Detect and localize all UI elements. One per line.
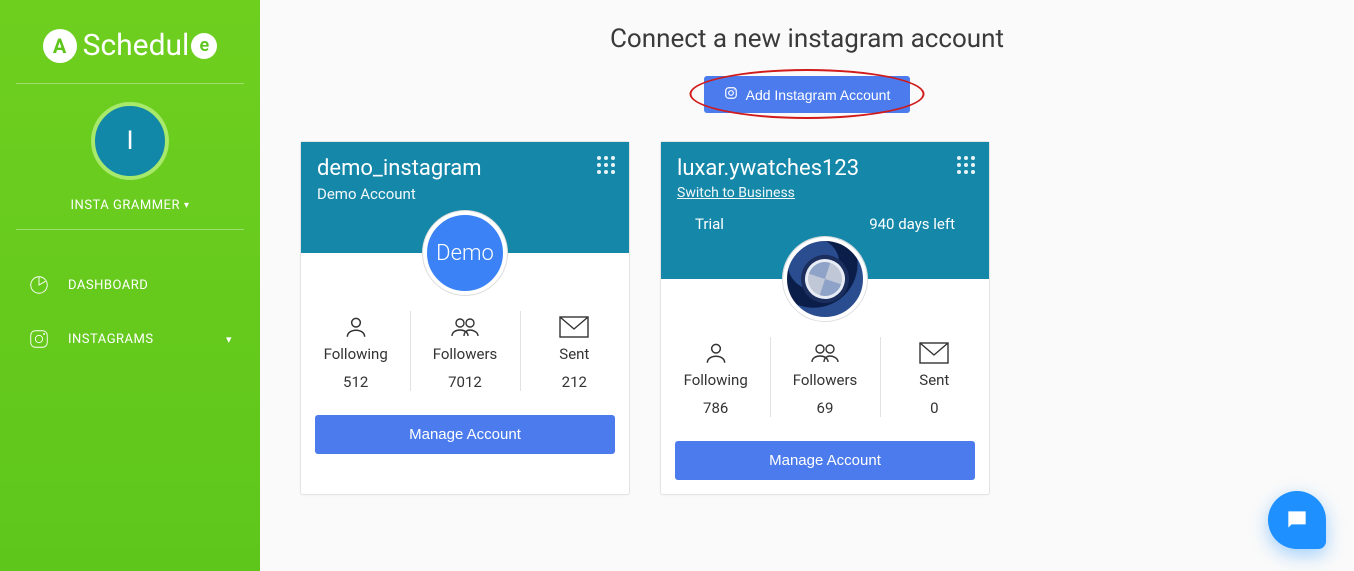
stat-label: Following xyxy=(661,371,770,389)
account-cards: demo_instagram Demo Account Demo Followi… xyxy=(300,141,1314,495)
avatar[interactable]: I xyxy=(91,102,169,180)
user-display-name: INSTA GRAMMER xyxy=(71,198,180,213)
card-footer: Manage Account xyxy=(661,427,989,494)
stat-followers: Followers 7012 xyxy=(410,301,519,401)
account-card: luxar.ywatches123 Switch to Business Tri… xyxy=(660,141,990,495)
chat-icon xyxy=(1284,507,1310,533)
stat-label: Sent xyxy=(520,345,629,363)
sidebar: A Schedul e I INSTA GRAMMER ▾ DASHBOARD xyxy=(0,0,260,571)
add-instagram-account-button[interactable]: Add Instagram Account xyxy=(704,76,911,113)
account-stats: Following 786 Followers 69 Sent 0 xyxy=(661,327,989,427)
stat-value: 786 xyxy=(661,399,770,417)
nav-instagrams-label: INSTAGRAMS xyxy=(68,332,154,347)
days-left-badge: 940 days left xyxy=(869,215,955,233)
page-title: Connect a new instagram account xyxy=(300,24,1314,54)
user-menu[interactable]: INSTA GRAMMER ▾ xyxy=(71,198,190,213)
stat-sent: Sent 212 xyxy=(520,301,629,401)
logo-badge-icon: A xyxy=(43,29,77,63)
account-avatar[interactable] xyxy=(783,237,867,321)
account-username: luxar.ywatches123 xyxy=(677,156,973,181)
main-content: Connect a new instagram account Add Inst… xyxy=(260,0,1354,571)
logo-e-icon: e xyxy=(191,33,217,59)
sidebar-divider xyxy=(16,229,244,230)
add-account-row: Add Instagram Account xyxy=(300,76,1314,113)
card-footer: Manage Account xyxy=(301,401,629,468)
switch-to-business-link[interactable]: Switch to Business xyxy=(677,185,973,201)
users-icon xyxy=(770,339,879,367)
nav-dashboard-label: DASHBOARD xyxy=(68,278,148,293)
stat-label: Following xyxy=(301,345,410,363)
user-icon xyxy=(661,339,770,367)
account-card-header: demo_instagram Demo Account Demo xyxy=(301,142,629,253)
chevron-down-icon: ▾ xyxy=(226,333,232,346)
stat-sent: Sent 0 xyxy=(880,327,989,427)
brand-logo: A Schedul e xyxy=(0,0,260,83)
stat-label: Sent xyxy=(880,371,989,389)
nav-dashboard[interactable]: DASHBOARD xyxy=(0,258,260,312)
stat-label: Followers xyxy=(410,345,519,363)
user-icon xyxy=(301,313,410,341)
stat-followers: Followers 69 xyxy=(770,327,879,427)
instagram-icon xyxy=(28,328,50,350)
envelope-icon xyxy=(520,313,629,341)
chat-fab[interactable] xyxy=(1268,491,1326,549)
sidebar-divider xyxy=(16,83,244,84)
nav-instagrams[interactable]: INSTAGRAMS ▾ xyxy=(0,312,260,366)
sidebar-nav: DASHBOARD INSTAGRAMS ▾ xyxy=(0,258,260,366)
manage-account-button[interactable]: Manage Account xyxy=(675,441,975,480)
watch-photo-icon xyxy=(795,249,855,309)
stat-value: 212 xyxy=(520,373,629,391)
stat-value: 0 xyxy=(880,399,989,417)
caret-down-icon: ▾ xyxy=(184,200,190,211)
stat-value: 512 xyxy=(301,373,410,391)
add-button-label: Add Instagram Account xyxy=(746,87,891,103)
drag-handle-icon[interactable] xyxy=(597,156,615,174)
drag-handle-icon[interactable] xyxy=(957,156,975,174)
stat-label: Followers xyxy=(770,371,879,389)
stat-value: 7012 xyxy=(410,373,519,391)
envelope-icon xyxy=(880,339,989,367)
instagram-icon xyxy=(724,86,738,103)
account-card: demo_instagram Demo Account Demo Followi… xyxy=(300,141,630,495)
brand-name: Schedul xyxy=(83,28,190,63)
account-subtitle: Demo Account xyxy=(317,185,613,203)
account-badges: Trial 940 days left xyxy=(677,215,973,233)
account-username: demo_instagram xyxy=(317,156,613,181)
pie-chart-icon xyxy=(28,274,50,296)
stat-following: Following 786 xyxy=(661,327,770,427)
stat-value: 69 xyxy=(770,399,879,417)
users-icon xyxy=(410,313,519,341)
trial-badge: Trial xyxy=(695,215,724,233)
stat-following: Following 512 xyxy=(301,301,410,401)
manage-account-button[interactable]: Manage Account xyxy=(315,415,615,454)
account-stats: Following 512 Followers 7012 Sent 212 xyxy=(301,301,629,401)
user-block: I INSTA GRAMMER ▾ xyxy=(0,102,260,229)
account-card-header: luxar.ywatches123 Switch to Business Tri… xyxy=(661,142,989,279)
account-avatar[interactable]: Demo xyxy=(423,211,507,295)
